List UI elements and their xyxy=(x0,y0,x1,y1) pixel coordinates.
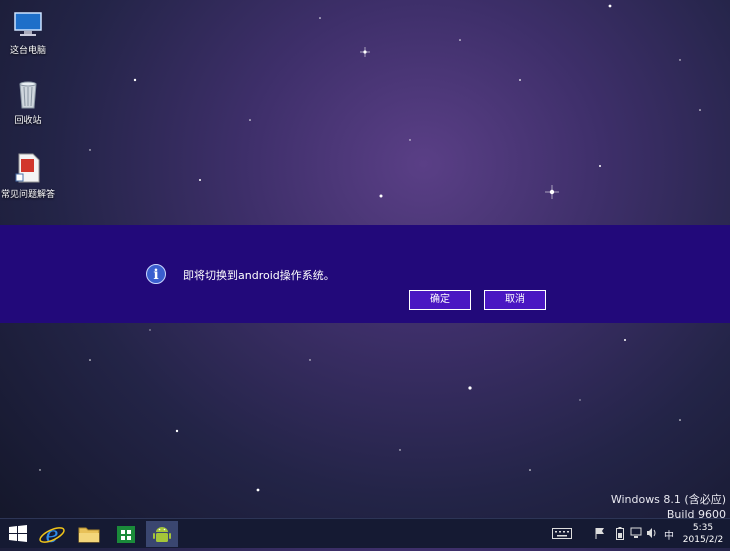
store-icon[interactable] xyxy=(110,521,142,547)
dialog-message: 即将切换到android操作系统。 xyxy=(183,269,335,282)
ok-button[interactable]: 确定 xyxy=(409,290,471,310)
desktop-icon-faq[interactable]: 常见问题解答 xyxy=(0,152,59,200)
android-icon[interactable] xyxy=(146,521,178,547)
this-pc-icon xyxy=(12,8,44,40)
recycle-bin-icon xyxy=(12,78,44,110)
watermark-edition: Windows 8.1 (含必应) xyxy=(610,493,726,506)
clock-date: 2015/2/2 xyxy=(682,535,724,545)
faq-document-icon xyxy=(12,152,44,184)
network-icon[interactable] xyxy=(630,527,642,542)
svg-text:e: e xyxy=(45,523,58,547)
keyboard-icon[interactable] xyxy=(552,528,572,542)
action-center-flag-icon[interactable] xyxy=(594,527,606,542)
battery-icon[interactable] xyxy=(616,527,624,543)
ime-indicator[interactable]: 中 xyxy=(664,527,674,542)
clock-time: 5:35 xyxy=(692,523,714,533)
desktop-icon-this-pc[interactable]: 这台电脑 xyxy=(0,8,59,56)
cancel-button[interactable]: 取消 xyxy=(484,290,546,310)
windows-start-icon[interactable] xyxy=(2,521,34,547)
file-explorer-icon[interactable] xyxy=(73,521,105,547)
switch-os-dialog xyxy=(0,225,730,323)
internet-explorer-icon[interactable]: e xyxy=(36,521,68,548)
desktop-icon-recycle-bin[interactable]: 回收站 xyxy=(0,78,59,126)
volume-icon[interactable] xyxy=(646,527,658,542)
taskbar-clock[interactable]: 5:35 2015/2/2 xyxy=(678,522,728,546)
taskbar: e 中 5:35 2015/2/2 xyxy=(0,518,730,548)
info-icon: i xyxy=(146,264,166,284)
